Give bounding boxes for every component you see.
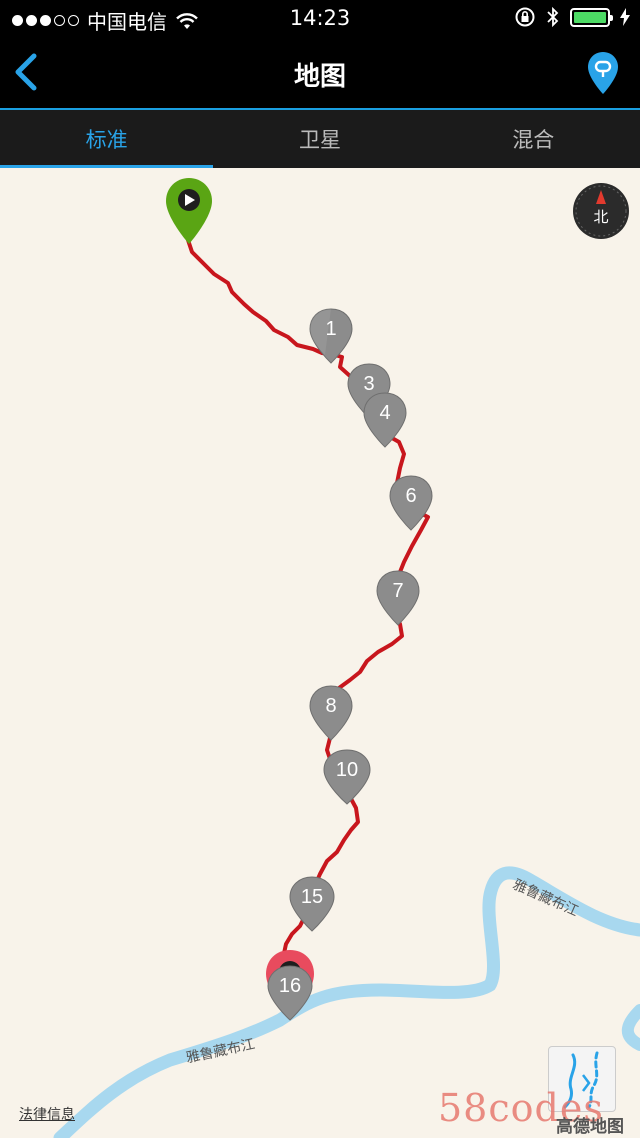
waypoint-label: 1 bbox=[325, 318, 337, 340]
bluetooth-icon bbox=[547, 6, 559, 28]
start-pin[interactable] bbox=[164, 176, 214, 246]
compass-north-label: 北 bbox=[593, 208, 608, 226]
charging-icon bbox=[620, 8, 630, 26]
waypoint-10[interactable]: 10 bbox=[321, 748, 373, 806]
river-branch bbox=[622, 1004, 640, 1051]
navigation-bar: 地图 bbox=[0, 36, 640, 108]
battery-icon bbox=[570, 7, 613, 27]
tab-hybrid[interactable]: 混合 bbox=[427, 110, 640, 168]
waypoint-1[interactable]: 1 bbox=[307, 307, 355, 365]
amap-logo: 高德地图 bbox=[556, 1117, 624, 1137]
map-pin-icon[interactable] bbox=[586, 50, 620, 96]
waypoint-15[interactable]: 15 bbox=[287, 875, 337, 933]
status-right bbox=[514, 6, 630, 28]
map-type-tabs: 标准 卫星 混合 bbox=[0, 110, 640, 168]
waypoint-8[interactable]: 8 bbox=[307, 684, 355, 742]
legal-info-link[interactable]: 法律信息 bbox=[19, 1104, 75, 1124]
waypoint-label: 4 bbox=[379, 402, 391, 424]
map-view[interactable]: 北 1 3 4 6 7 8 10 15 16 雅鲁藏布江 雅鲁藏布江 bbox=[0, 168, 640, 1138]
waypoint-label: 8 bbox=[325, 695, 337, 717]
page-title: 地图 bbox=[293, 62, 346, 92]
waypoint-label: 10 bbox=[335, 759, 359, 781]
waypoint-4[interactable]: 4 bbox=[361, 391, 409, 449]
tab-standard[interactable]: 标准 bbox=[0, 110, 214, 168]
waypoint-16[interactable]: 16 bbox=[265, 964, 315, 1022]
waypoint-label: 15 bbox=[300, 886, 324, 908]
orientation-lock-icon bbox=[515, 7, 535, 27]
waypoint-6[interactable]: 6 bbox=[387, 474, 435, 532]
waypoint-7[interactable]: 7 bbox=[374, 569, 422, 627]
waypoint-label: 6 bbox=[405, 485, 417, 507]
compass-icon[interactable]: 北 bbox=[572, 182, 630, 240]
tab-satellite[interactable]: 卫星 bbox=[213, 110, 426, 168]
waypoint-label: 16 bbox=[278, 975, 302, 997]
waypoint-label: 7 bbox=[392, 580, 404, 602]
status-bar: 中国电信 14:23 bbox=[0, 0, 640, 36]
